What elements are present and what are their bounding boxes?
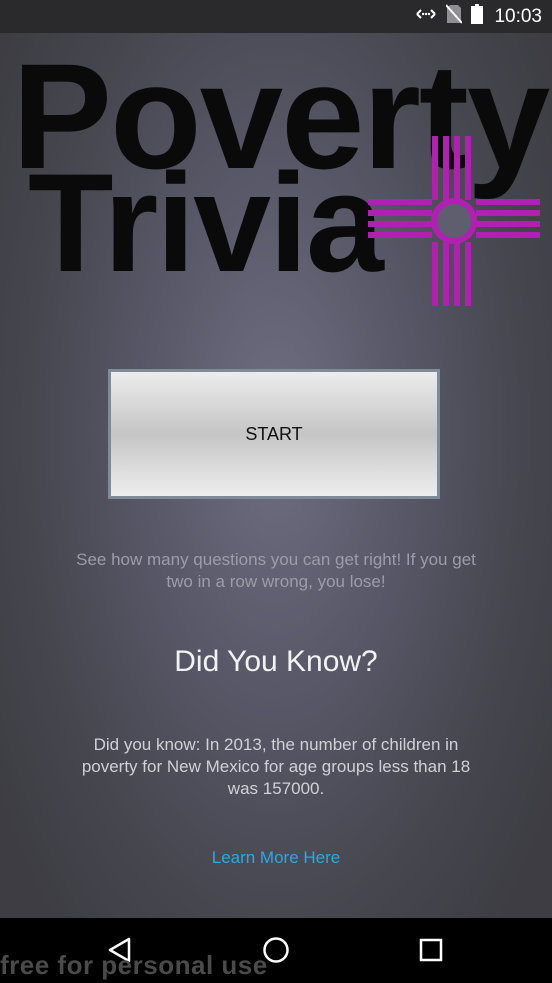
navigation-bar: free for personal use — [0, 918, 552, 983]
status-clock: 10:03 — [494, 5, 542, 27]
start-button[interactable]: START — [108, 369, 440, 499]
status-icons: 10:03 — [415, 0, 542, 33]
app-screen: Poverty Trivia START See how many questi… — [0, 33, 552, 918]
did-you-know-heading: Did You Know? — [174, 645, 378, 678]
status-bar: 10:03 — [0, 0, 552, 33]
poverty-fact-text: Did you know: In 2013, the number of chi… — [81, 735, 471, 798]
app-logo: Poverty Trivia — [0, 33, 552, 333]
data-sync-icon — [415, 6, 437, 27]
watermark-text: free for personal use — [0, 950, 268, 980]
no-sim-icon — [445, 4, 464, 29]
learn-more-link[interactable]: Learn More Here — [0, 848, 552, 868]
logo-title-line2: Trivia — [28, 144, 384, 301]
recents-icon[interactable] — [411, 932, 451, 968]
battery-icon — [471, 4, 484, 29]
zia-sun-icon — [368, 136, 540, 306]
game-hint-text: See how many questions you can get right… — [76, 550, 476, 591]
